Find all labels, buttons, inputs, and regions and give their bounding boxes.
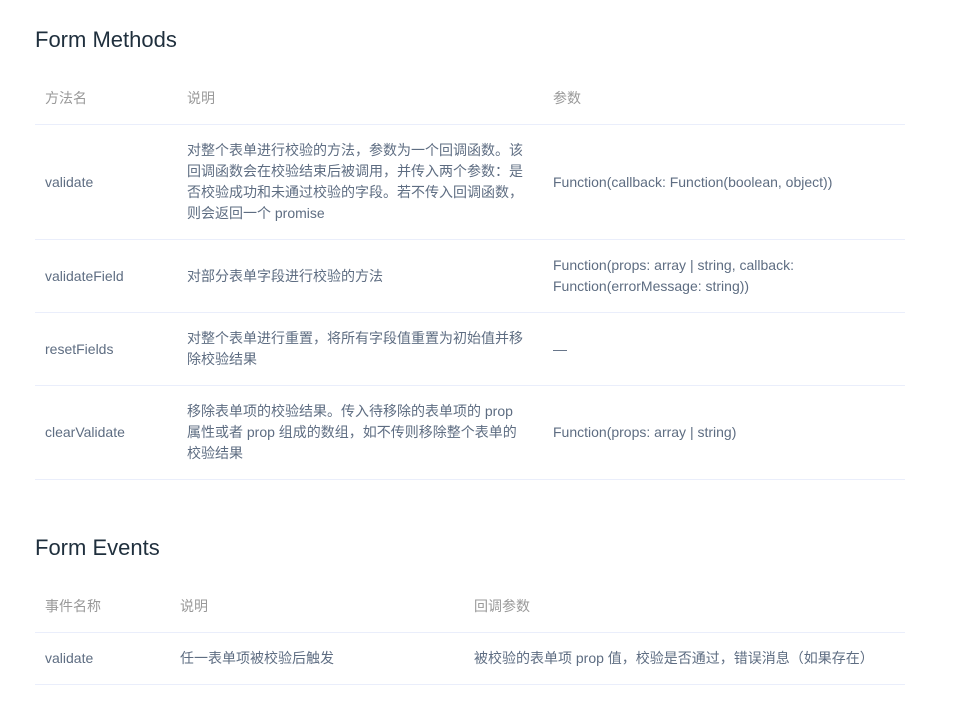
column-header-callback-params: 回调参数 [464,581,905,633]
table-header-row: 方法名 说明 参数 [35,73,905,125]
method-name: clearValidate [35,385,177,480]
column-header-params: 参数 [543,73,905,125]
form-methods-title: Form Methods [35,27,177,52]
method-params: Function(props: array | string, callback… [543,239,905,313]
method-name: resetFields [35,312,177,386]
column-header-description: 说明 [177,73,543,125]
column-header-description: 说明 [170,581,464,633]
table-row: resetFields 对整个表单进行重置，将所有字段值重置为初始值并移除校验结… [35,312,905,386]
column-header-event-name: 事件名称 [35,581,170,633]
event-description: 任一表单项被校验后触发 [170,632,464,685]
method-params: Function(props: array | string) [543,385,905,480]
method-description: 对整个表单进行校验的方法，参数为一个回调函数。该回调函数会在校验结束后被调用，并… [177,124,543,240]
table-header-row: 事件名称 说明 回调参数 [35,581,905,633]
table-row: validateField 对部分表单字段进行校验的方法 Function(pr… [35,239,905,313]
event-name: validate [35,632,170,685]
method-params: Function(callback: Function(boolean, obj… [543,124,905,240]
method-description: 对整个表单进行重置，将所有字段值重置为初始值并移除校验结果 [177,312,543,386]
event-callback-params: 被校验的表单项 prop 值，校验是否通过，错误消息（如果存在） [464,632,905,685]
method-name: validateField [35,239,177,313]
method-description: 对部分表单字段进行校验的方法 [177,239,543,313]
form-events-table: 事件名称 说明 回调参数 validate 任一表单项被校验后触发 被校验的表单… [35,581,905,685]
form-events-title: Form Events [35,535,160,560]
table-row: validate 任一表单项被校验后触发 被校验的表单项 prop 值，校验是否… [35,632,905,685]
column-header-method-name: 方法名 [35,73,177,125]
method-description: 移除表单项的校验结果。传入待移除的表单项的 prop 属性或者 prop 组成的… [177,385,543,480]
table-row: validate 对整个表单进行校验的方法，参数为一个回调函数。该回调函数会在校… [35,124,905,240]
table-row: clearValidate 移除表单项的校验结果。传入待移除的表单项的 prop… [35,385,905,480]
method-name: validate [35,124,177,240]
method-params: — [543,312,905,386]
form-methods-table: 方法名 说明 参数 validate 对整个表单进行校验的方法，参数为一个回调函… [35,73,905,480]
